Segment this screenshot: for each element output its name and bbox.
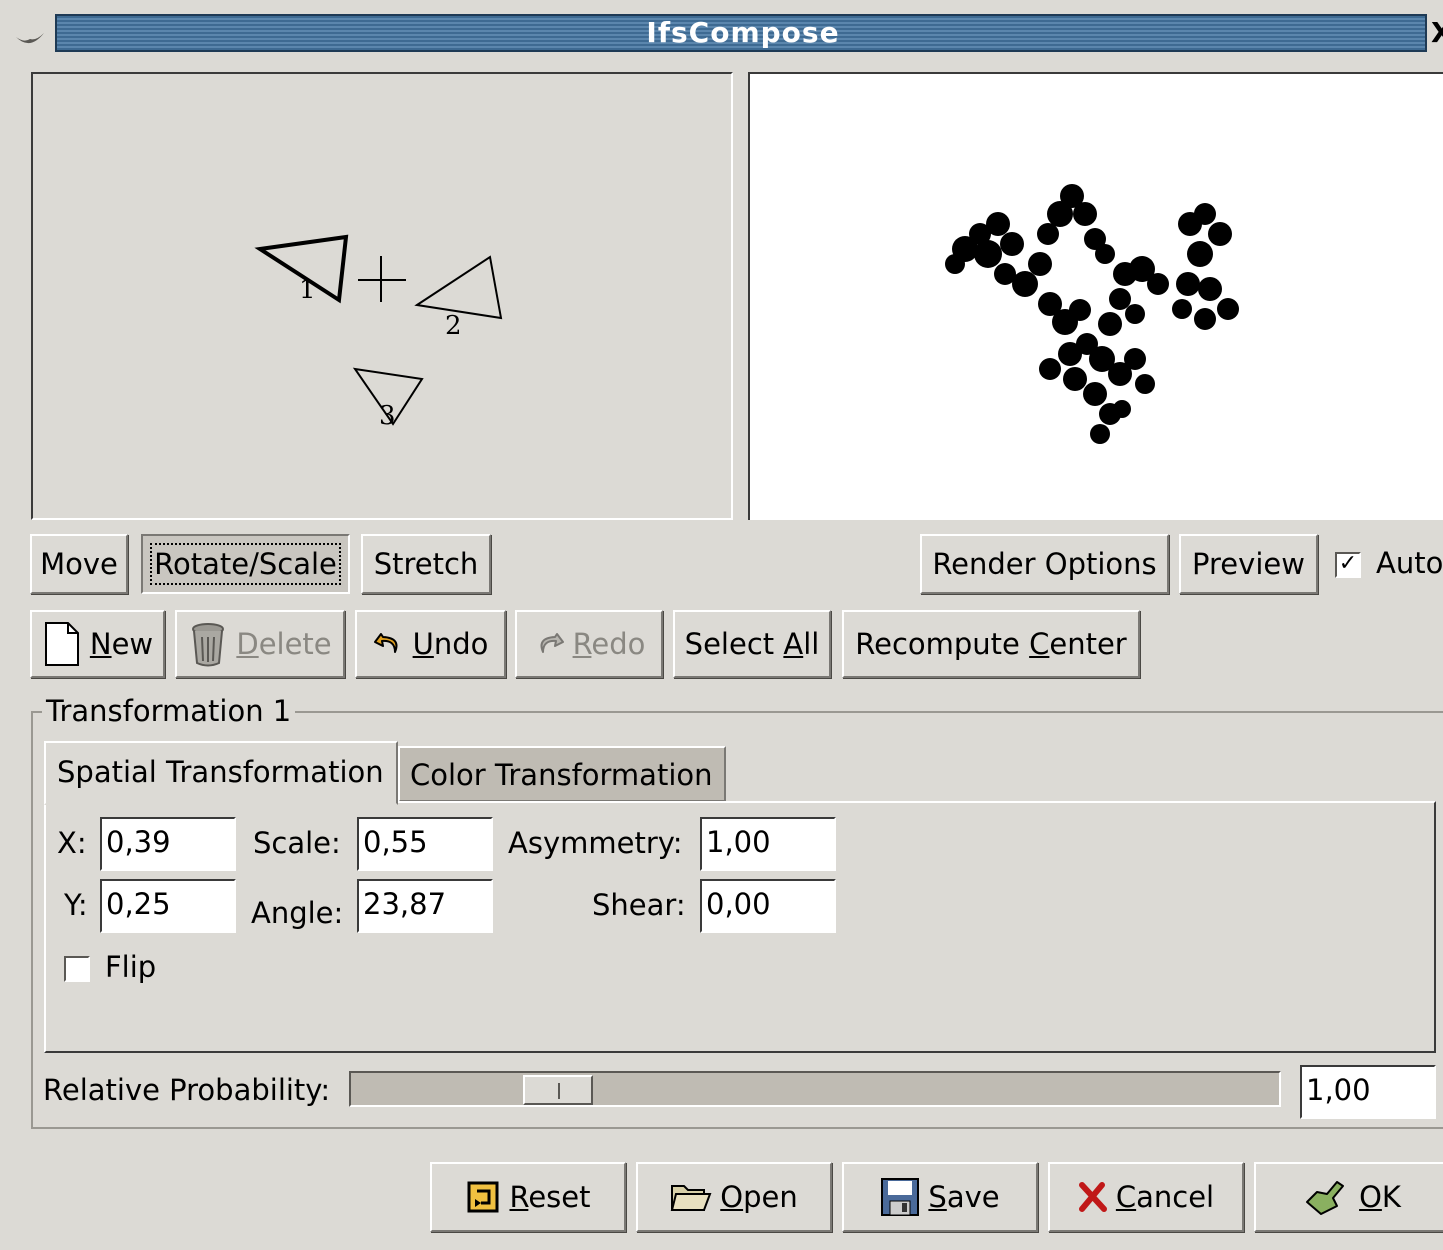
select-all-label-pre: Select — [684, 627, 784, 661]
scale-label: Scale: — [253, 826, 341, 860]
select-all-button[interactable]: Select All — [673, 610, 831, 678]
preview-label: Preview — [1192, 547, 1305, 581]
scale-field[interactable]: 0,55 — [357, 817, 493, 871]
redo-label: edo — [591, 627, 646, 661]
reset-label: eset — [528, 1180, 591, 1214]
recompute-center-label: enter — [1049, 627, 1127, 661]
tab-spatial-transformation[interactable]: Spatial Transformation — [44, 741, 398, 805]
new-mnemonic: N — [89, 627, 112, 661]
flip-checkbox[interactable] — [64, 956, 90, 982]
flip-label: Flip — [105, 950, 157, 984]
new-button[interactable]: New — [30, 610, 165, 678]
relative-probability-label: Relative Probability: — [43, 1073, 331, 1107]
reset-icon — [467, 1181, 499, 1213]
undo-button[interactable]: Undo — [355, 610, 506, 678]
auto-label: Auto — [1376, 546, 1443, 580]
design-area[interactable]: 1 2 3 — [31, 72, 733, 520]
x-field[interactable]: 0,39 — [100, 817, 236, 871]
preview-button[interactable]: Preview — [1179, 534, 1318, 594]
preview-area — [748, 72, 1443, 520]
delete-mnemonic: D — [236, 627, 259, 661]
window-title: IfsCompose — [646, 16, 840, 49]
relative-probability-field[interactable]: 1,00 — [1300, 1065, 1436, 1119]
cancel-button[interactable]: Cancel — [1048, 1162, 1244, 1232]
trash-icon — [192, 623, 225, 667]
relative-probability-slider[interactable] — [349, 1071, 1281, 1107]
x-label: X: — [57, 826, 87, 860]
rotate-scale-label: Rotate/Scale — [150, 543, 341, 585]
save-label: ave — [946, 1180, 1000, 1214]
render-options-label: Render Options — [932, 547, 1157, 581]
redo-button[interactable]: Redo — [515, 610, 663, 678]
triangle-2-label: 2 — [445, 311, 462, 341]
ok-mnemonic: O — [1359, 1180, 1382, 1214]
triangle-3-label: 3 — [379, 401, 396, 431]
reset-mnemonic: R — [509, 1180, 529, 1214]
triangle-2[interactable] — [414, 255, 503, 320]
open-button[interactable]: Open — [636, 1162, 832, 1232]
select-all-label: ll — [803, 627, 820, 661]
rotate-scale-button[interactable]: Rotate/Scale — [141, 534, 350, 594]
save-mnemonic: S — [928, 1180, 947, 1214]
auto-checkbox[interactable]: ✓ — [1335, 552, 1361, 578]
floppy-icon — [881, 1178, 920, 1216]
undo-icon — [373, 633, 398, 653]
triangle-1-label: 1 — [299, 275, 316, 305]
open-mnemonic: O — [720, 1180, 744, 1214]
title-bar[interactable]: IfsCompose X — [0, 10, 1443, 58]
delete-label: elete — [258, 627, 332, 661]
move-label: Move — [40, 547, 118, 581]
angle-field[interactable]: 23,87 — [357, 879, 493, 933]
cancel-label: ancel — [1136, 1180, 1215, 1214]
close-icon[interactable]: X — [1431, 16, 1443, 50]
tab-color-label: Color Transformation — [410, 758, 713, 792]
y-label: Y: — [64, 888, 88, 922]
redo-mnemonic: R — [572, 627, 592, 661]
stretch-button[interactable]: Stretch — [361, 534, 491, 594]
delete-button[interactable]: Delete — [175, 610, 345, 678]
slider-handle[interactable] — [523, 1075, 593, 1105]
tab-spatial-label: Spatial Transformation — [57, 755, 384, 789]
fractal-preview — [945, 184, 1239, 444]
asymmetry-label: Asymmetry: — [508, 826, 683, 860]
slider-grip — [558, 1083, 560, 1099]
transformation-frame-title: Transformation 1 — [42, 694, 296, 728]
render-options-button[interactable]: Render Options — [920, 534, 1169, 594]
open-label: pen — [743, 1180, 798, 1214]
select-all-mnemonic: A — [783, 627, 804, 661]
reset-button[interactable]: Reset — [430, 1162, 626, 1232]
undo-label: ndo — [433, 627, 489, 661]
tab-color-transformation[interactable]: Color Transformation — [398, 746, 726, 802]
folder-icon — [670, 1185, 712, 1211]
ok-label: K — [1381, 1180, 1401, 1214]
triangle-canvas[interactable]: 1 2 3 — [33, 74, 731, 518]
asymmetry-field[interactable]: 1,00 — [700, 817, 836, 871]
y-field[interactable]: 0,25 — [100, 879, 236, 933]
title-strip: IfsCompose — [55, 14, 1427, 52]
undo-mnemonic: U — [412, 627, 434, 661]
document-icon — [44, 622, 79, 666]
cancel-icon — [1078, 1182, 1107, 1212]
window-menu-icon[interactable] — [14, 24, 46, 44]
save-button[interactable]: Save — [842, 1162, 1038, 1232]
shear-field[interactable]: 0,00 — [700, 879, 836, 933]
redo-icon — [540, 633, 564, 653]
recompute-center-label-pre: Recompute — [855, 627, 1030, 661]
cancel-mnemonic: C — [1115, 1180, 1137, 1214]
stretch-label: Stretch — [373, 547, 479, 581]
new-label: ew — [111, 627, 154, 661]
shear-label: Shear: — [592, 888, 686, 922]
ok-button[interactable]: OK — [1254, 1162, 1443, 1232]
ok-icon — [1306, 1181, 1345, 1215]
angle-label: Angle: — [251, 896, 344, 930]
recompute-center-button[interactable]: Recompute Center — [842, 610, 1140, 678]
move-button[interactable]: Move — [30, 534, 128, 594]
recompute-center-mnemonic: C — [1029, 627, 1050, 661]
